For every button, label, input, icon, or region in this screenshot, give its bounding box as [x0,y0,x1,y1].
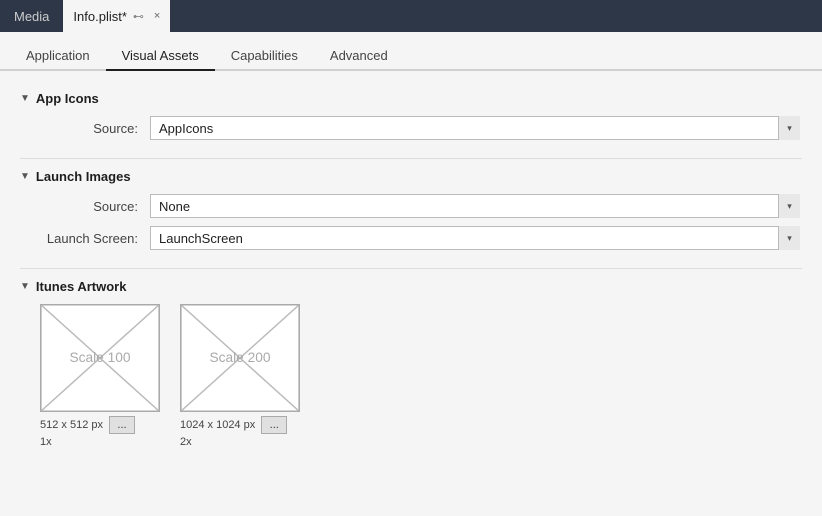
itunes-artwork-section: ▼ Itunes Artwork Scale 100 51 [20,279,802,448]
artwork-box-1x[interactable]: Scale 100 [40,304,160,412]
itunes-artwork-header: ▼ Itunes Artwork [20,279,802,294]
infoplist-tab[interactable]: Info.plist* ⊷ × [63,0,170,32]
artwork-size-2x: 1024 x 1024 px [180,419,255,431]
app-icons-source-select-wrapper: AppIcons ▾ [150,116,800,140]
artwork-scale-1x: 1x [40,436,52,448]
top-tabs: Application Visual Assets Capabilities A… [0,32,822,71]
launch-images-title: Launch Images [36,169,131,184]
browse-button-1x[interactable]: ... [109,416,135,434]
tab-visual-assets[interactable]: Visual Assets [106,42,215,71]
svg-text:Scale 100: Scale 100 [69,350,130,365]
itunes-artwork-title: Itunes Artwork [36,279,127,294]
visual-assets-content: ▼ App Icons Source: AppIcons ▾ ▼ Launch … [0,71,822,476]
launch-source-select-wrapper: None ▾ [150,194,800,218]
app-icons-source-label: Source: [40,121,150,136]
app-icons-title: App Icons [36,91,99,106]
app-icons-source-select[interactable]: AppIcons [150,116,800,140]
app-icons-source-row: Source: AppIcons ▾ [20,116,802,140]
artwork-container: Scale 100 512 x 512 px ... 1x [20,304,802,448]
infoplist-tab-label: Info.plist* [73,9,126,24]
main-content-area: Application Visual Assets Capabilities A… [0,32,822,516]
divider-1 [20,158,802,159]
launch-screen-row: Launch Screen: LaunchScreen ▾ [20,226,802,250]
artwork-scale-2x: 2x [180,436,192,448]
media-tab[interactable]: Media [0,0,63,32]
svg-text:Scale 200: Scale 200 [209,350,270,365]
tab-advanced[interactable]: Advanced [314,42,404,71]
divider-2 [20,268,802,269]
launch-source-label: Source: [40,199,150,214]
launch-screen-select[interactable]: LaunchScreen [150,226,800,250]
media-tab-label: Media [14,9,49,24]
launch-images-header: ▼ Launch Images [20,169,802,184]
artwork-size-1x: 512 x 512 px [40,419,103,431]
itunes-artwork-chevron[interactable]: ▼ [20,281,30,292]
close-icon[interactable]: × [154,10,160,22]
launch-source-select[interactable]: None [150,194,800,218]
app-icons-chevron[interactable]: ▼ [20,93,30,104]
artwork-item-1x: Scale 100 512 x 512 px ... 1x [40,304,160,448]
launch-images-chevron[interactable]: ▼ [20,171,30,182]
artwork-placeholder-svg-1x: Scale 100 [41,305,159,411]
pin-icon: ⊷ [133,10,144,23]
app-icons-section: ▼ App Icons Source: AppIcons ▾ [20,91,802,140]
launch-screen-select-wrapper: LaunchScreen ▾ [150,226,800,250]
launch-images-section: ▼ Launch Images Source: None ▾ Launch Sc… [20,169,802,250]
artwork-box-2x[interactable]: Scale 200 [180,304,300,412]
artwork-info-1x: 512 x 512 px ... [40,416,160,434]
browse-button-2x[interactable]: ... [261,416,287,434]
launch-source-row: Source: None ▾ [20,194,802,218]
artwork-item-2x: Scale 200 1024 x 1024 px ... 2x [180,304,300,448]
tab-application[interactable]: Application [10,42,106,71]
artwork-info-2x: 1024 x 1024 px ... [180,416,300,434]
tab-capabilities[interactable]: Capabilities [215,42,314,71]
title-bar: Media Info.plist* ⊷ × [0,0,822,32]
launch-screen-label: Launch Screen: [40,231,150,246]
artwork-placeholder-svg-2x: Scale 200 [181,305,299,411]
app-icons-header: ▼ App Icons [20,91,802,106]
